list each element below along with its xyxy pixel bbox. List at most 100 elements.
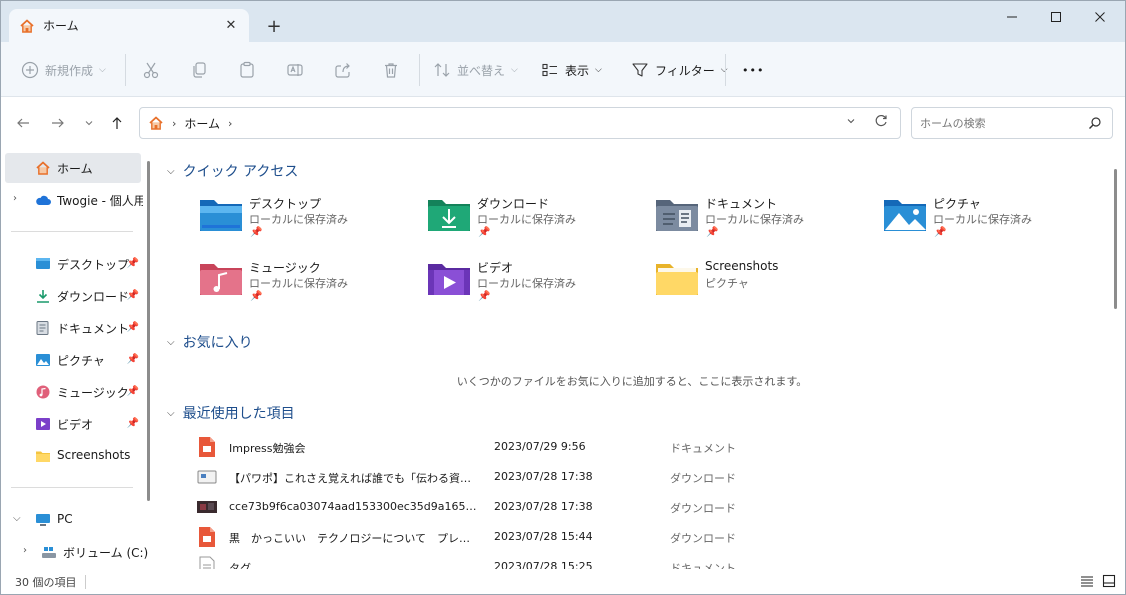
cut-button[interactable] [142, 56, 160, 84]
search-input[interactable] [920, 116, 1080, 130]
sidebar-scrollbar[interactable] [147, 161, 150, 501]
tiles-view-button[interactable] [1101, 573, 1117, 589]
sidebar-item-desktop[interactable]: デスクトップ 📌 [5, 249, 141, 279]
presentation-file-icon [199, 437, 215, 457]
content-scrollbar[interactable] [1114, 169, 1117, 309]
file-location: ドキュメント [670, 442, 736, 455]
search-box[interactable] [911, 107, 1113, 139]
sidebar-divider [11, 487, 133, 488]
tile-status: ローカルに保存済み [705, 213, 804, 226]
recent-locations-button[interactable] [79, 113, 99, 133]
pin-icon[interactable]: 📌 [127, 386, 139, 397]
pin-icon[interactable]: 📌 [127, 354, 139, 365]
file-date: 2023/07/28 15:25 [494, 560, 593, 569]
new-label: 新規作成 [45, 63, 94, 78]
refresh-icon[interactable] [874, 114, 888, 132]
quick-access-music[interactable]: ミュージック ローカルに保存済み 📌 [199, 259, 399, 313]
chevron-down-icon[interactable]: ⌵ [13, 513, 21, 524]
pin-icon[interactable]: 📌 [127, 418, 139, 429]
search-icon[interactable] [1088, 116, 1102, 133]
section-favorites[interactable]: ⌵ お気に入り [167, 332, 253, 352]
view-button[interactable]: 表示 ⌵ [541, 56, 602, 84]
address-bar[interactable]: › ホーム › [139, 107, 901, 139]
sidebar-item-screenshots[interactable]: Screenshots [5, 441, 141, 471]
breadcrumb-separator[interactable]: › [172, 117, 176, 130]
sidebar-item-pictures[interactable]: ピクチャ 📌 [5, 345, 141, 375]
section-quick-access[interactable]: ⌵ クイック アクセス [167, 161, 298, 181]
title-bar: ホーム ✕ + [1, 1, 1125, 42]
new-tab-button[interactable]: + [263, 15, 285, 37]
quick-access-pictures[interactable]: ピクチャ ローカルに保存済み 📌 [883, 195, 1083, 249]
section-title: 最近使用した項目 [182, 406, 295, 422]
tile-status: ローカルに保存済み [477, 277, 576, 290]
quick-access-screenshots[interactable]: Screenshots ピクチャ [655, 259, 855, 313]
pin-icon[interactable]: 📌 [127, 258, 139, 269]
breadcrumb-home[interactable]: ホーム [184, 115, 220, 132]
details-view-button[interactable] [1079, 573, 1095, 589]
sidebar-item-onedrive[interactable]: › Twogie - 個人用 [5, 185, 143, 215]
file-location: ダウンロード [670, 502, 736, 515]
sidebar-item-downloads[interactable]: ダウンロード 📌 [5, 281, 141, 311]
quick-access-downloads[interactable]: ダウンロード ローカルに保存済み 📌 [427, 195, 627, 249]
chevron-down-icon[interactable]: ⌵ [167, 337, 175, 348]
copy-button[interactable] [190, 56, 208, 84]
document-icon [36, 321, 49, 335]
sidebar-item-pc[interactable]: ⌵ PC [5, 505, 141, 535]
chevron-down-icon[interactable]: ⌵ [167, 408, 175, 419]
paste-button[interactable] [238, 56, 256, 84]
sort-label: 並べ替え [457, 63, 506, 78]
up-button[interactable] [107, 113, 127, 133]
sidebar-item-volume-c[interactable]: › ボリューム (C:) [15, 537, 148, 567]
chevron-right-icon[interactable]: › [13, 193, 17, 204]
table-row[interactable]: cce73b9f6ca03074aad153300ec35d9a16513460… [197, 492, 1077, 522]
file-date: 2023/07/29 9:56 [494, 440, 586, 453]
section-recent[interactable]: ⌵ 最近使用した項目 [167, 403, 295, 423]
chevron-down-icon: ⌵ [595, 65, 602, 75]
content-area: ⌵ クイック アクセス デスクトップ ローカルに保存済み 📌 ダウンロード ロー… [157, 149, 1107, 569]
more-options-button[interactable]: ••• [742, 56, 764, 84]
sidebar-item-videos[interactable]: ビデオ 📌 [5, 409, 141, 439]
sidebar-item-label: ピクチャ [57, 354, 105, 368]
table-row[interactable]: Impress勉強会 2023/07/29 9:56 ドキュメント [197, 432, 1077, 462]
sidebar-item-label: デスクトップ [57, 258, 130, 272]
tab-close-icon[interactable]: ✕ [223, 17, 239, 33]
maximize-button[interactable] [1033, 1, 1079, 33]
rename-button[interactable] [286, 56, 304, 84]
sidebar-item-label: ドキュメント [57, 322, 130, 336]
sidebar-item-label: ビデオ [57, 418, 94, 432]
sidebar-item-music[interactable]: ミュージック 📌 [5, 377, 141, 407]
sidebar-item-documents[interactable]: ドキュメント 📌 [5, 313, 141, 343]
forward-button[interactable] [48, 113, 68, 133]
new-button[interactable]: 新規作成 ⌵ [21, 56, 106, 84]
folder-icon [656, 264, 698, 295]
quick-access-documents[interactable]: ドキュメント ローカルに保存済み 📌 [655, 195, 855, 249]
pin-icon[interactable]: 📌 [127, 290, 139, 301]
table-row[interactable]: 黒 かっこいい テクノロジーについて プレゼンテー… 2023/07/28 15… [197, 522, 1077, 552]
close-button[interactable] [1077, 1, 1123, 33]
sidebar-item-home[interactable]: ホーム [5, 153, 141, 183]
back-button[interactable] [13, 113, 33, 133]
breadcrumb-separator[interactable]: › [228, 117, 232, 130]
share-icon [335, 63, 350, 78]
chevron-down-icon[interactable]: ⌵ [167, 166, 175, 177]
pin-icon[interactable]: 📌 [127, 322, 139, 333]
tab-home[interactable]: ホーム ✕ [9, 9, 249, 42]
desktop-folder-icon [200, 200, 242, 231]
share-button[interactable] [334, 56, 352, 84]
cloud-icon [36, 195, 51, 205]
sort-button[interactable]: 並べ替え ⌵ [433, 56, 518, 84]
quick-access-desktop[interactable]: デスクトップ ローカルに保存済み 📌 [199, 195, 399, 249]
file-location: ダウンロード [670, 472, 736, 485]
delete-button[interactable] [382, 56, 400, 84]
minimize-button[interactable] [989, 1, 1035, 33]
computer-icon [36, 514, 50, 526]
chevron-down-icon [85, 121, 93, 126]
address-dropdown-icon[interactable] [846, 116, 856, 129]
quick-access-videos[interactable]: ビデオ ローカルに保存済み 📌 [427, 259, 627, 313]
desktop-folder-icon [36, 258, 50, 269]
filter-button[interactable]: フィルター ⌵ [631, 56, 728, 84]
table-row[interactable]: 【パワポ】これさえ覚えれば誰でも「伝わる資料」が作… 2023/07/28 17… [197, 462, 1077, 492]
music-folder-icon [200, 264, 242, 295]
table-row[interactable]: タグ 2023/07/28 15:25 ドキュメント [197, 552, 1077, 569]
chevron-right-icon[interactable]: › [23, 545, 27, 556]
